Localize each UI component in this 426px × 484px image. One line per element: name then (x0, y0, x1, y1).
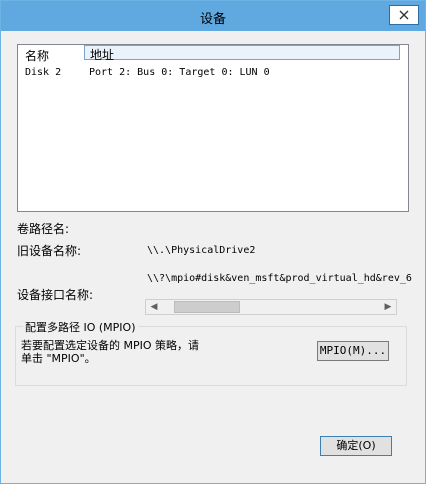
legacy-device-name-label: 旧设备名称: (17, 244, 82, 258)
close-icon (399, 10, 409, 20)
list-item-name: Disk 2 (25, 67, 62, 78)
scrollbar-thumb[interactable] (174, 301, 240, 313)
device-list[interactable]: 名称 地址 Disk 2 Port 2: Bus 0: Target 0: LU… (17, 44, 409, 212)
interface-name-label: 设备接口名称: (17, 288, 94, 302)
list-header: 名称 地址 (18, 45, 408, 64)
mpio-group-title: 配置多路径 IO (MPIO) (23, 319, 138, 335)
interface-name-value: \\?\mpio#disk&ven_msft&prod_virtual_hd&r… (147, 273, 412, 284)
mpio-button[interactable]: MPIO(M)... (317, 341, 389, 361)
mpio-description-line2: 单击 "MPIO"。 (21, 352, 96, 365)
legacy-device-name-value: \\.\PhysicalDrive2 (147, 245, 256, 256)
arrow-right-icon[interactable]: ▶ (380, 300, 396, 314)
device-dialog: 设备 名称 地址 Disk 2 Port 2: Bus 0: Target 0:… (0, 0, 426, 484)
column-header-address-label: 地址 (90, 48, 115, 62)
horizontal-scrollbar[interactable]: ◀ ▶ (145, 299, 397, 315)
title-bar: 设备 (1, 1, 425, 31)
volume-path-label: 卷路径名: (17, 222, 70, 236)
column-header-address[interactable]: 地址 (84, 45, 400, 62)
list-item[interactable]: Disk 2 Port 2: Bus 0: Target 0: LUN 0 (18, 65, 408, 81)
arrow-left-icon[interactable]: ◀ (146, 300, 162, 314)
dialog-content: 名称 地址 Disk 2 Port 2: Bus 0: Target 0: LU… (9, 32, 417, 476)
column-header-name[interactable]: 名称 (25, 47, 49, 64)
window-title: 设备 (199, 12, 226, 27)
ok-button[interactable]: 确定(O) (320, 436, 392, 456)
list-item-address: Port 2: Bus 0: Target 0: LUN 0 (89, 67, 270, 78)
close-button[interactable] (389, 5, 419, 25)
